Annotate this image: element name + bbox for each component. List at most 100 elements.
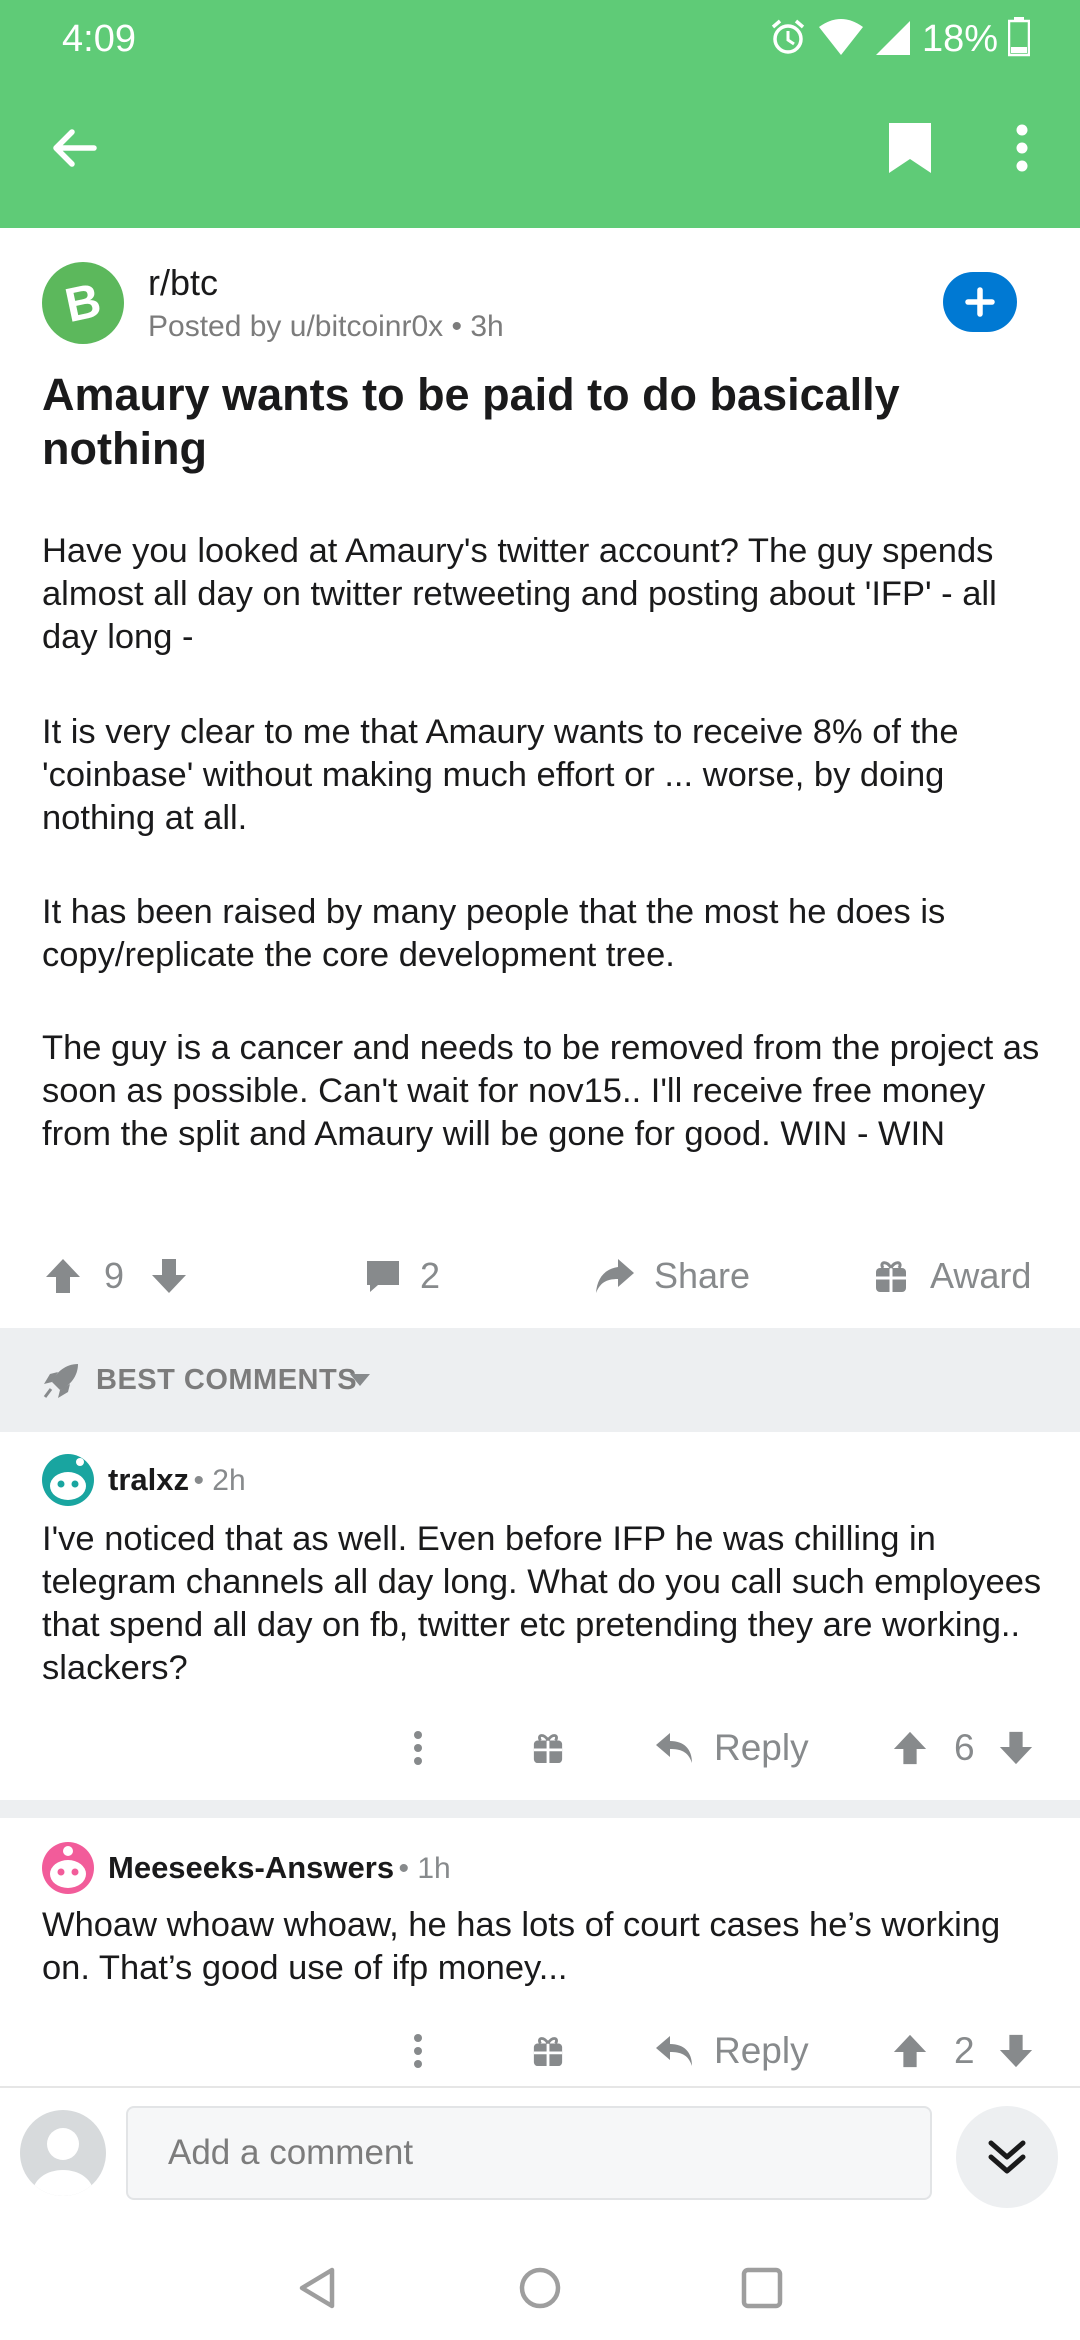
status-icons: 18%: [768, 14, 1031, 64]
snoo-avatar-icon: [50, 1846, 86, 1888]
wifi-icon: [818, 17, 864, 62]
comment-award-button[interactable]: [532, 1715, 564, 1781]
comment-sort-bar[interactable]: BEST COMMENTS: [0, 1328, 1080, 1432]
add-comment-placeholder: Add a comment: [168, 2133, 414, 2172]
sort-label: BEST COMMENTS: [96, 1364, 358, 1396]
comment-downvote-button[interactable]: [998, 2018, 1034, 2084]
comment-more-button[interactable]: [412, 1715, 424, 1781]
svg-text:B: B: [61, 274, 106, 333]
comment-text: I've noticed that as well. Even before I…: [42, 1520, 1042, 1687]
rocket-icon: [43, 1364, 78, 1398]
comment-actions: Reply 6: [0, 1715, 1080, 1781]
downvote-arrow-icon: [999, 2034, 1033, 2068]
reply-label: Reply: [714, 1727, 809, 1768]
subreddit-avatar[interactable]: B: [42, 262, 124, 344]
back-button[interactable]: [34, 108, 114, 188]
upvote-arrow-icon: [46, 1259, 80, 1293]
gift-icon: [876, 1261, 906, 1292]
reply-button[interactable]: Reply: [654, 1715, 809, 1781]
comment-actions: Reply 2: [0, 2018, 1080, 2084]
reply-arrow-icon: [656, 1733, 692, 1763]
save-post-button[interactable]: [870, 108, 950, 188]
comment-header: Meeseeks-Answers • 1h: [108, 1850, 451, 1886]
comment-time: • 1h: [398, 1852, 451, 1885]
comments-button[interactable]: 2: [364, 1240, 440, 1312]
upvote-arrow-icon: [893, 2034, 927, 2068]
nav-back-button[interactable]: [296, 2266, 340, 2310]
alarm-icon: [768, 17, 808, 62]
comment-composer-bar: Add a comment: [0, 2086, 1080, 2228]
reply-button[interactable]: Reply: [654, 2018, 809, 2084]
plus-icon: [965, 287, 995, 317]
more-vertical-icon: [414, 1731, 422, 1765]
snoo-avatar-icon: [50, 1458, 86, 1500]
avatar[interactable]: [42, 1842, 94, 1894]
upvote-arrow-icon: [893, 1731, 927, 1765]
share-button[interactable]: Share: [594, 1240, 750, 1312]
post-title: Amaury wants to be paid to do basically …: [42, 369, 900, 474]
user-avatar-icon: [33, 2128, 93, 2196]
more-vertical-icon: [414, 2034, 422, 2068]
battery-percent: 18%: [921, 17, 998, 60]
downvote-arrow-icon: [152, 1259, 186, 1293]
share-arrow-icon: [596, 1259, 634, 1293]
system-nav-bar: [0, 2226, 1080, 2340]
post-paragraph: It has been raised by many people that t…: [42, 893, 946, 974]
comment-award-button[interactable]: [532, 2018, 564, 2084]
comment-author[interactable]: Meeseeks-Answers: [108, 1850, 394, 1885]
downvote-arrow-icon: [999, 1731, 1033, 1765]
post-paragraph: It is very clear to me that Amaury wants…: [42, 713, 959, 837]
comment-time: • 2h: [193, 1464, 246, 1497]
nav-home-button[interactable]: [518, 2266, 562, 2310]
award-label: Award: [930, 1255, 1032, 1296]
overflow-menu-button[interactable]: [992, 108, 1052, 188]
post-paragraph: Have you looked at Amaury's twitter acco…: [42, 532, 997, 656]
comment-more-button[interactable]: [412, 2018, 424, 2084]
gift-icon: [533, 2037, 563, 2067]
comment-text: Whoaw whoaw whoaw, he has lots of court …: [42, 1906, 1001, 1987]
nav-recents-button[interactable]: [740, 2266, 784, 2310]
avatar[interactable]: [42, 1454, 94, 1506]
nav-home-icon: [519, 2267, 561, 2309]
toolbar: [0, 100, 1080, 210]
battery-icon: [1007, 16, 1031, 62]
comment-upvote-button[interactable]: [892, 1715, 928, 1781]
share-label: Share: [654, 1255, 751, 1296]
more-vertical-icon: [1016, 124, 1028, 172]
comment-vote-count: 6: [954, 1727, 975, 1768]
join-subreddit-button[interactable]: [943, 272, 1017, 332]
bookmark-icon: [889, 123, 931, 173]
comment-count: 2: [420, 1255, 441, 1296]
comment-upvote-button[interactable]: [892, 2018, 928, 2084]
upvote-button[interactable]: [44, 1240, 82, 1312]
award-button[interactable]: Award: [874, 1240, 1031, 1312]
status-bar: 4:09 18%: [0, 0, 1080, 80]
chevron-down-icon: [350, 1374, 370, 1386]
nav-recents-icon: [741, 2267, 783, 2309]
comment-vote-count: 2: [954, 2030, 975, 2071]
subreddit-name[interactable]: r/btc: [148, 262, 218, 304]
post-actions: 9 2 Share Award: [0, 1240, 1080, 1312]
comment-downvote-button[interactable]: [998, 1715, 1034, 1781]
post-vote-count: 9: [104, 1255, 125, 1296]
back-arrow-icon: [53, 129, 97, 167]
status-time: 4:09: [62, 18, 136, 60]
reply-label: Reply: [714, 2030, 809, 2071]
avatar[interactable]: [20, 2110, 106, 2196]
comment-header: tralxz • 2h: [108, 1462, 246, 1498]
double-chevron-down-icon: [988, 2140, 1026, 2174]
app-header: 4:09 18%: [0, 0, 1080, 228]
comment-author[interactable]: tralxz: [108, 1462, 189, 1497]
collapse-button[interactable]: [956, 2106, 1058, 2208]
comment-bubble-icon: [367, 1261, 399, 1292]
comment-divider: [0, 1800, 1080, 1818]
gift-icon: [533, 1734, 563, 1764]
add-comment-input[interactable]: Add a comment: [126, 2106, 932, 2200]
bitcoin-cash-icon: B: [61, 274, 106, 333]
nav-back-icon: [299, 2267, 335, 2309]
downvote-button[interactable]: [150, 1240, 188, 1312]
post-paragraph: The guy is a cancer and needs to be remo…: [42, 1029, 1040, 1153]
reply-arrow-icon: [656, 2036, 692, 2066]
cell-signal-icon: [874, 17, 912, 62]
post-meta[interactable]: Posted by u/bitcoinr0x • 3h: [148, 310, 504, 344]
